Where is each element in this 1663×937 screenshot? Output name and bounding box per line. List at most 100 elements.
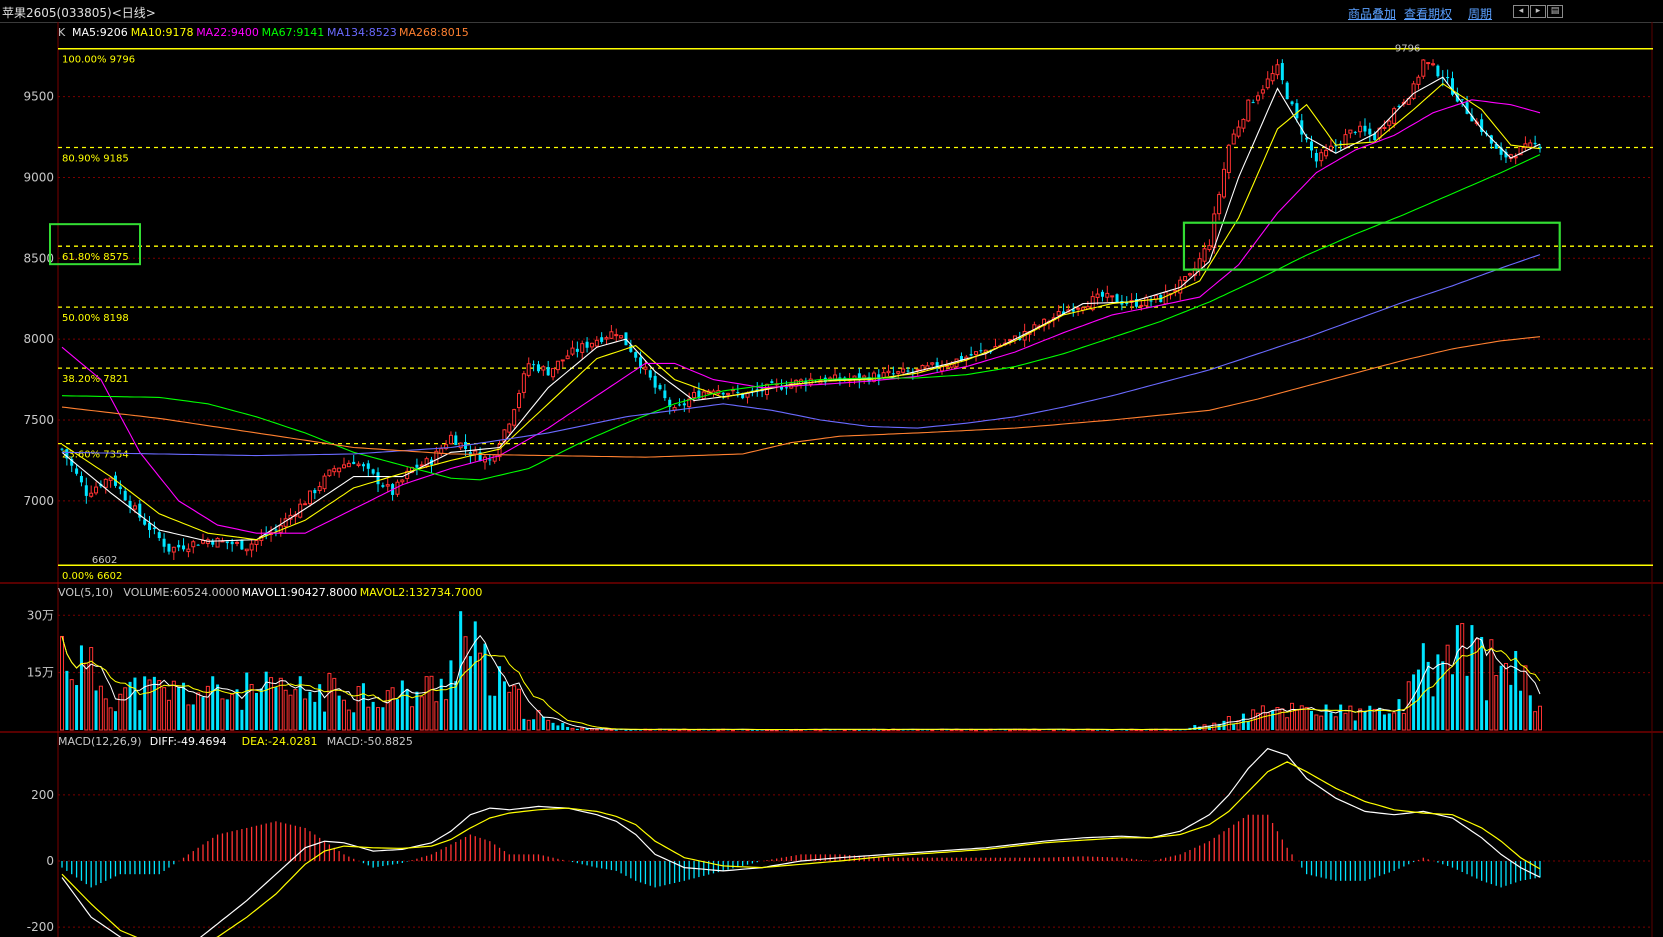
candle-body — [162, 538, 166, 547]
macd-tick-label: -200 — [27, 920, 54, 934]
volume-bar — [1397, 699, 1401, 730]
candle-body — [346, 462, 351, 468]
volume-bar — [352, 712, 356, 730]
fib-label: 100.00% 9796 — [62, 55, 135, 66]
dea-line — [61, 761, 1541, 937]
volume-bar — [614, 729, 618, 731]
volume-bar — [133, 677, 137, 730]
volume-bar — [303, 698, 308, 731]
candle-body — [108, 477, 113, 481]
volume-bar — [264, 671, 268, 730]
candle-body — [1324, 149, 1329, 157]
volume-bar — [1503, 662, 1508, 731]
volume-bar — [1387, 713, 1391, 730]
volume-bar — [1450, 674, 1454, 730]
volume-bar — [390, 687, 395, 731]
volume-bar — [230, 693, 235, 731]
volume-bar — [1426, 661, 1430, 730]
candle-body — [536, 364, 540, 372]
volume-bar — [171, 680, 176, 731]
volume-bar — [454, 681, 458, 730]
legend-item: MA22:9400 — [196, 26, 259, 39]
legend-item: MA10:9178 — [131, 26, 194, 39]
volume-bar — [371, 701, 375, 730]
candle-body — [157, 532, 161, 539]
candle-body — [448, 434, 453, 445]
volume-bar — [429, 675, 434, 731]
ma268-line — [61, 336, 1541, 458]
volume-bar — [1236, 720, 1241, 731]
volume-bar — [517, 688, 522, 731]
volume-bar — [512, 685, 517, 731]
candle-body — [1275, 64, 1280, 76]
candle-body — [1513, 156, 1518, 159]
candle-body — [1256, 95, 1261, 101]
volume-bar — [186, 704, 191, 731]
candle-body — [901, 368, 906, 373]
candle-body — [473, 450, 478, 455]
volume-bar — [570, 727, 575, 731]
volume-bar — [507, 691, 512, 731]
candle-body — [1280, 63, 1284, 81]
fib-label: 80.90% 9185 — [62, 154, 129, 165]
vol-tick-label: 30万 — [27, 608, 54, 622]
fib-label: 38.20% 7821 — [62, 374, 129, 385]
candle-body — [215, 537, 220, 548]
candle-body — [1217, 194, 1222, 215]
volume-bar — [191, 704, 195, 730]
legend-item: VOLUME:60524.0000 — [123, 586, 239, 599]
legend-prefix: K — [58, 26, 66, 39]
legend-item: MAVOL1:90427.8000 — [242, 586, 358, 599]
volume-bar — [585, 728, 589, 730]
candle-body — [240, 539, 244, 550]
volume-bar — [561, 722, 565, 730]
volume-bar — [419, 696, 424, 731]
candle-body — [196, 544, 200, 546]
kline-chart[interactable]: 700075008000850090009500100.00% 979680.9… — [0, 0, 1663, 937]
volume-bar — [424, 676, 429, 731]
candle-body — [560, 359, 565, 362]
candle-body — [148, 522, 152, 531]
candle-body — [862, 375, 867, 379]
candle-body — [886, 370, 891, 374]
candle-body — [1285, 82, 1289, 100]
candle-body — [332, 468, 337, 473]
volume-bar — [177, 686, 181, 730]
volume-bar — [1509, 684, 1513, 730]
volume-bar — [341, 699, 346, 731]
volume-bar — [59, 635, 65, 731]
volume-bar — [546, 719, 551, 731]
volume-bar — [361, 683, 365, 730]
volume-bar — [75, 685, 79, 730]
candle-body — [337, 467, 342, 473]
volume-bar — [575, 728, 579, 730]
candle-body — [191, 541, 196, 548]
volume-bar — [1514, 651, 1518, 730]
volume-bar — [566, 726, 570, 730]
candle-body — [123, 490, 127, 501]
volume-bar — [103, 698, 108, 731]
candle-body — [167, 543, 171, 552]
volume-bar — [293, 689, 298, 731]
volume-bar — [274, 687, 278, 730]
candle-body — [352, 461, 356, 465]
volume-bar — [1455, 625, 1459, 730]
candle-body — [1290, 101, 1294, 105]
candle-body — [244, 548, 249, 552]
fib-label: 0.00% 6602 — [62, 571, 122, 582]
volume-bar — [1368, 705, 1372, 730]
volume-bar — [381, 707, 385, 730]
fib-label: 61.80% 8575 — [62, 252, 129, 263]
volume-bar — [478, 652, 483, 731]
fib-label: 50.00% 8198 — [62, 313, 129, 324]
volume-bar — [463, 636, 468, 731]
candle-body — [974, 351, 979, 355]
candle-body — [1202, 248, 1207, 262]
volume-bar — [1523, 665, 1528, 731]
volume-bar — [395, 699, 399, 730]
volume-bar — [269, 677, 274, 731]
volume-bar — [220, 698, 225, 731]
candle-body — [132, 505, 137, 510]
volume-bar — [498, 666, 502, 730]
candle-body — [1348, 129, 1353, 134]
